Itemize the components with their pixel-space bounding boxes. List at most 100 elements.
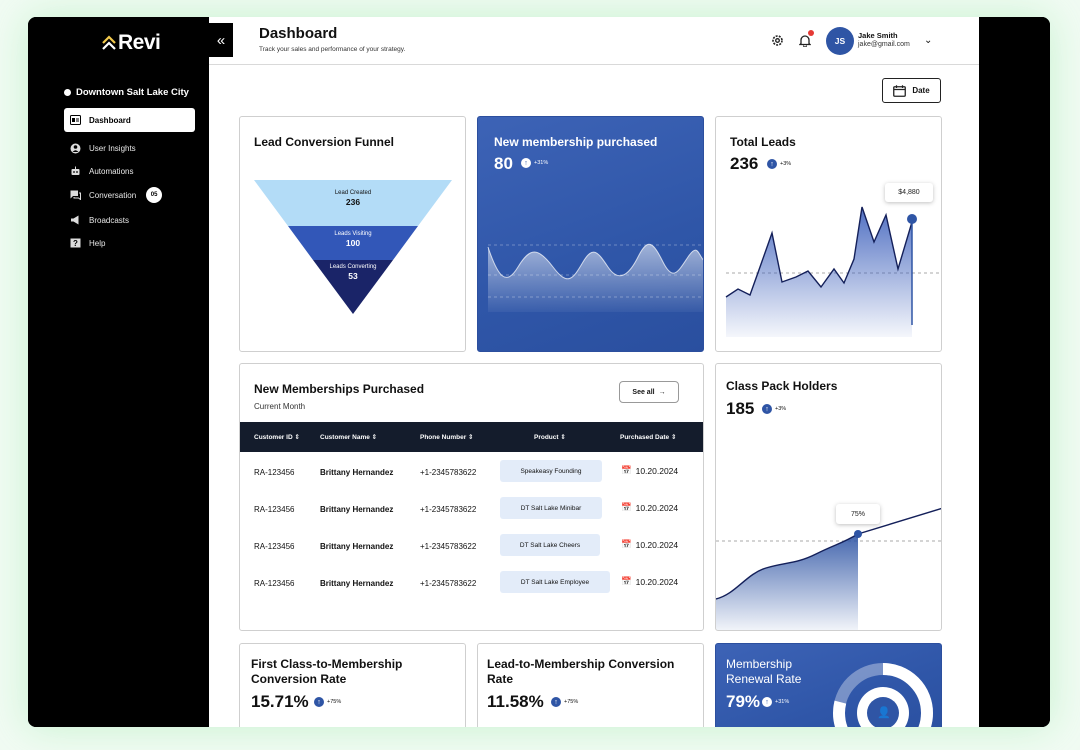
customer-id: RA-123456	[254, 505, 295, 514]
funnel-label-lead-created: Lead Created 236	[255, 190, 451, 207]
avatar[interactable]: JS	[826, 27, 854, 55]
card-title-line: Lead-to-Membership Conversion	[487, 657, 675, 671]
table-row[interactable]: RA-123456 Brittany Hernandez +1-23457836…	[240, 491, 703, 528]
phone-number: +1-2345783622	[420, 468, 477, 477]
page-title: Dashboard	[259, 25, 338, 42]
funnel-stage-value: 100	[345, 238, 361, 248]
main-content: Dashboard Track your sales and performan…	[209, 17, 979, 727]
sidebar-item-automations[interactable]: Automations	[64, 159, 195, 183]
calendar-icon: 📅	[621, 576, 632, 586]
table-row[interactable]: RA-123456 Brittany Hernandez +1-23457836…	[240, 565, 703, 602]
purchased-date: 📅 10.20.2024	[621, 465, 678, 476]
sidebar-item-user-insights[interactable]: User Insights	[64, 136, 195, 160]
sidebar-item-broadcasts[interactable]: Broadcasts	[64, 208, 195, 232]
date-value: 10.20.2024	[635, 465, 679, 476]
customer-name: Brittany Hernandez	[320, 468, 394, 477]
funnel-label-leads-visiting: Leads Visiting 100	[255, 231, 451, 248]
trend-indicator: ↑ +3%	[762, 404, 786, 414]
chevron-down-icon[interactable]: ⌄	[924, 35, 932, 46]
date-filter-button[interactable]: Date	[882, 78, 941, 103]
see-all-button[interactable]: See all →	[619, 381, 679, 403]
card-title-line: Membership	[726, 657, 793, 671]
header: Dashboard Track your sales and performan…	[209, 17, 979, 65]
sidebar-item-label: Automations	[89, 166, 134, 176]
card-title: Lead Conversion Funnel	[254, 135, 395, 149]
sidebar-item-label: Conversation	[89, 190, 137, 200]
first-class-conversion-card: First Class-to-Membership Conversion Rat…	[239, 643, 466, 727]
customer-id: RA-123456	[254, 579, 295, 588]
class-pack-card: Class Pack Holders 185 ↑ +3% 75%	[715, 363, 942, 631]
location-selector[interactable]: Downtown Salt Lake City	[64, 87, 189, 98]
svg-text:?: ?	[73, 239, 78, 248]
page-subtitle: Track your sales and performance of your…	[259, 46, 406, 53]
megaphone-icon	[70, 215, 81, 226]
funnel-stage-label: Leads Visiting	[334, 231, 372, 237]
purchased-date: 📅 10.20.2024	[621, 539, 678, 550]
total-leads-tooltip: $4,880	[885, 183, 933, 202]
total-leads-card: Total Leads 236 ↑ +3% $4,880	[715, 116, 942, 352]
phone-number: +1-2345783622	[420, 542, 477, 551]
column-header-customer-id[interactable]: Customer ID ⇕	[254, 433, 300, 441]
user-insights-icon	[70, 143, 81, 154]
customer-name: Brittany Hernandez	[320, 542, 394, 551]
customer-id: RA-123456	[254, 468, 295, 477]
sidebar-item-help[interactable]: ? Help	[64, 231, 195, 255]
customer-name: Brittany Hernandez	[320, 579, 394, 588]
membership-area-chart	[487, 244, 703, 312]
column-header-customer-name[interactable]: Customer Name ⇕	[320, 433, 377, 441]
card-title: New Memberships Purchased	[254, 382, 425, 396]
table-row[interactable]: RA-123456 Brittany Hernandez +1-23457836…	[240, 528, 703, 565]
logo-text: Revi	[118, 31, 161, 54]
sidebar-item-conversation[interactable]: Conversation 05	[64, 183, 195, 207]
trend-value: +3%	[780, 161, 792, 167]
trend-value: +31%	[775, 699, 790, 705]
arrow-up-icon: ↑	[762, 697, 772, 707]
trend-indicator: ↑ +75%	[314, 697, 341, 707]
lead-funnel-card: Lead Conversion Funnel Lead Created 236 …	[239, 116, 466, 352]
column-header-phone[interactable]: Phone Number ⇕	[420, 433, 474, 441]
table-row[interactable]: RA-123456 Brittany Hernandez +1-23457836…	[240, 454, 703, 491]
sidebar-item-label: User Insights	[89, 143, 136, 153]
chat-icon	[70, 190, 81, 201]
trend-indicator: ↑ +31%	[521, 158, 548, 168]
collapse-sidebar-button[interactable]: «	[209, 23, 233, 57]
logo[interactable]: Revi	[102, 31, 161, 55]
trend-indicator: ↑ +3%	[767, 159, 791, 169]
location-label: Downtown Salt Lake City	[76, 87, 189, 98]
column-label: Customer Name	[320, 434, 370, 441]
column-header-purchased-date[interactable]: Purchased Date ⇕	[620, 433, 676, 441]
lead-to-membership-card: Lead-to-Membership Conversion Rate 11.58…	[477, 643, 704, 727]
bell-icon[interactable]	[797, 30, 814, 48]
calendar-icon: 📅	[621, 502, 632, 512]
funnel-stage-label: Leads Converting	[329, 264, 377, 270]
phone-number: +1-2345783622	[420, 579, 477, 588]
card-title: New membership purchased	[494, 135, 658, 149]
sidebar-item-dashboard[interactable]: Dashboard	[64, 108, 195, 132]
membership-value: 80	[494, 154, 513, 173]
date-value: 10.20.2024	[635, 539, 679, 550]
first-class-value: 15.71%	[251, 692, 309, 711]
product-chip: DT Salt Lake Minibar	[500, 497, 602, 519]
date-filter-label: Date	[912, 86, 930, 95]
see-all-label: See all	[632, 388, 655, 396]
class-pack-tooltip: 75%	[836, 504, 880, 524]
funnel-label-leads-converting: Leads Converting 53	[255, 264, 451, 281]
total-leads-line-chart	[725, 206, 941, 337]
arrow-up-icon: ↑	[762, 404, 772, 414]
customer-name: Brittany Hernandez	[320, 505, 394, 514]
logo-icon	[102, 35, 116, 50]
arrow-up-icon: ↑	[767, 159, 777, 169]
card-title: Lead-to-Membership Conversion Rate	[487, 657, 674, 687]
robot-icon	[70, 166, 81, 177]
conversation-count-badge: 05	[146, 187, 163, 203]
help-icon: ?	[70, 238, 81, 249]
calendar-icon	[893, 84, 907, 97]
trend-value: +75%	[564, 699, 579, 705]
dashboard-icon	[70, 115, 81, 126]
card-title-line: Rate	[487, 672, 514, 686]
trend-value: +75%	[327, 699, 342, 705]
purchased-date: 📅 10.20.2024	[621, 576, 678, 587]
column-header-product[interactable]: Product ⇕	[534, 433, 566, 441]
sidebar-item-label: Broadcasts	[89, 215, 130, 225]
settings-icon[interactable]	[769, 32, 785, 48]
